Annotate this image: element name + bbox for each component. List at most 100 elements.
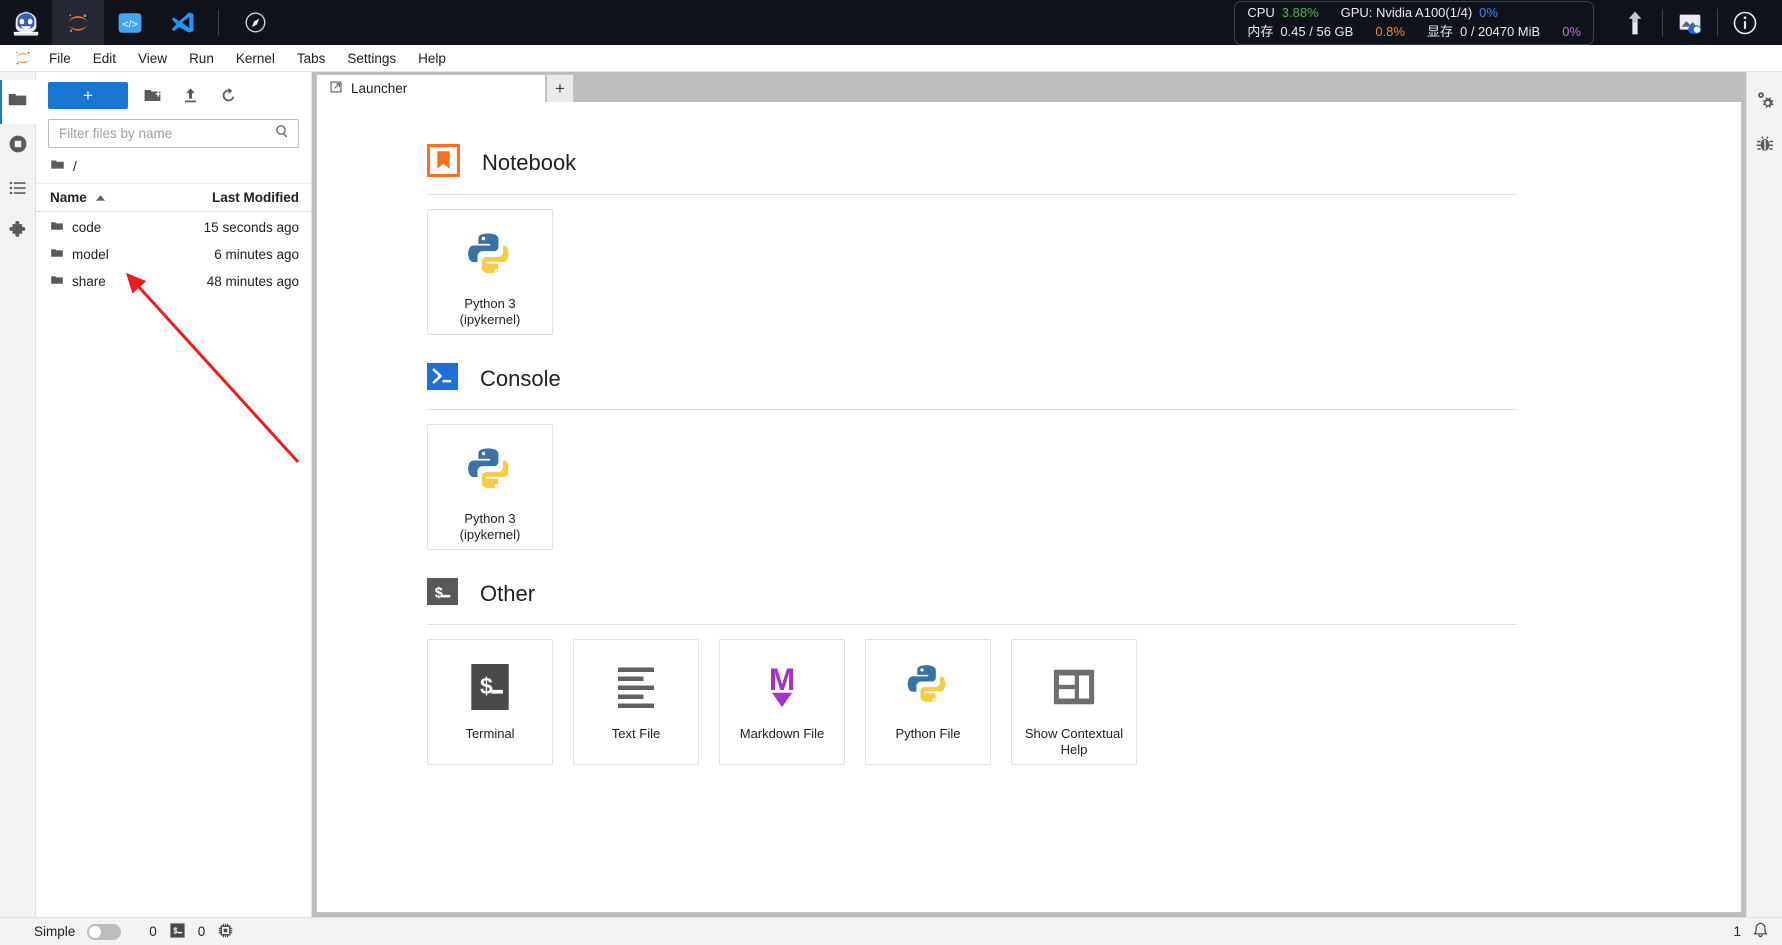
folder-icon [50,273,64,290]
simple-mode-label: Simple [34,924,76,939]
launcher-card-show-contextual-help[interactable]: Show Contextual Help [1011,639,1137,765]
vram-label: 显存 [1426,23,1453,39]
jupyter-icon[interactable] [52,0,104,45]
breadcrumb-root[interactable]: / [73,159,77,174]
chip-icon[interactable] [217,922,234,942]
new-tab-button[interactable]: + [546,74,574,102]
table-row[interactable]: model 6 minutes ago [36,241,311,268]
tab-launcher[interactable]: Launcher [316,74,546,102]
launcher-section-title: Other [480,581,536,606]
svg-text:M: M [769,662,795,697]
launcher-section-console-header: Console [427,361,1741,397]
menu-settings[interactable]: Settings [336,48,407,69]
menu-tabs[interactable]: Tabs [286,48,337,69]
python-icon [463,443,517,501]
file-browser-panel: + Filter files by name / Name Last Modif… [36,72,312,917]
terminal-icon[interactable]: $ [169,922,186,942]
memory-value: 0.45 / 56 GB [1280,23,1354,39]
folder-icon [50,246,64,263]
bell-icon[interactable] [1751,921,1770,943]
section-divider [427,624,1517,625]
table-row[interactable]: share 48 minutes ago [36,268,311,295]
vram-value: 0 / 20470 MiB [1459,23,1541,39]
cpu-value: 3.88% [1281,4,1319,20]
launcher-panel: Notebook Python 3 (ipykernel) Console Py… [316,102,1742,913]
sidebar-item-table-of-contents[interactable] [0,168,36,212]
kernel-count: 0 [149,924,157,939]
folder-icon [50,219,64,236]
bug-icon [1755,134,1775,159]
launcher-card-python3-console[interactable]: Python 3 (ipykernel) [427,424,553,550]
launcher-card-label: Text File [611,726,661,741]
launcher-card-text-file[interactable]: Text File [573,639,699,765]
upload-arrow-icon[interactable] [1608,0,1662,45]
textfile-icon [612,658,660,716]
puzzle-icon [7,220,28,247]
upload-icon[interactable] [176,82,204,109]
contextual-help-icon [1051,658,1097,716]
menu-file[interactable]: File [38,48,82,69]
notebook-icon [427,144,460,182]
sidebar-item-file-browser[interactable] [0,80,36,124]
section-divider [427,194,1517,195]
column-header-last-modified[interactable]: Last Modified [212,190,299,205]
launcher-card-markdown-file[interactable]: M Markdown File [719,639,845,765]
file-name: model [72,247,109,262]
sidebar-item-extension-manager[interactable] [0,212,36,256]
new-folder-icon[interactable] [138,82,166,109]
tab-launcher-label: Launcher [351,81,408,96]
search-input[interactable] [59,126,274,141]
file-modified: 48 minutes ago [206,274,299,289]
robot-mascot-icon[interactable] [0,0,52,45]
menu-view[interactable]: View [127,48,178,69]
search-icon[interactable] [274,123,290,144]
tab-bar: Launcher + [312,72,1746,102]
column-header-name[interactable]: Name [50,190,212,205]
launcher-card-terminal[interactable]: $ Terminal [427,639,553,765]
launcher-card-label: Python 3 (ipykernel) [459,296,521,328]
menu-edit[interactable]: Edit [82,48,127,69]
code-server-icon[interactable]: </> [104,0,156,45]
menu-bar: File Edit View Run Kernel Tabs Settings … [0,45,1782,72]
file-list: code 15 seconds ago model 6 minutes ago [36,212,311,917]
launcher-card-label: Python 3 (ipykernel) [459,511,521,543]
sidebar-item-property-inspector[interactable] [1747,80,1782,124]
launcher-card-label: Show Contextual Help [1024,726,1124,758]
breadcrumb[interactable]: / [36,148,311,184]
image-toggle-icon[interactable] [1663,0,1717,45]
info-icon[interactable] [1718,0,1772,45]
svg-text:$: $ [173,926,178,935]
status-bar: Simple 0 $ 0 1 [0,917,1782,945]
other-icon: $ [427,576,458,612]
jupyter-logo-icon[interactable] [8,48,38,68]
menu-kernel[interactable]: Kernel [225,48,286,69]
launcher-card-label: Markdown File [739,726,825,741]
launcher-card-python3-notebook[interactable]: Python 3 (ipykernel) [427,209,553,335]
menu-run[interactable]: Run [178,48,225,69]
column-header-name-label: Name [50,190,87,205]
main-area: + Filter files by name / Name Last Modif… [0,72,1782,917]
menu-help[interactable]: Help [407,48,457,69]
table-row[interactable]: code 15 seconds ago [36,214,311,241]
compass-icon[interactable] [229,0,281,45]
section-divider [427,409,1517,410]
file-browser-toolbar: + [36,72,311,115]
terminal-icon: $ [467,658,513,716]
file-filter-box[interactable] [48,119,299,148]
notification-count: 1 [1733,924,1741,939]
list-icon [8,178,28,203]
jupyterlab-window: </> CPU 3.88% GPU: Nvidia A100(1/4) 0% 内… [0,0,1782,945]
sidebar-item-running-terminals[interactable] [0,124,36,168]
refresh-icon[interactable] [214,82,242,109]
resource-row-top: CPU 3.88% GPU: Nvidia A100(1/4) 0% [1247,5,1581,20]
sidebar-item-debugger[interactable] [1747,124,1782,168]
new-launcher-button[interactable]: + [48,82,128,109]
launcher-card-python-file[interactable]: Python File [865,639,991,765]
console-icon [427,361,458,397]
right-sidebar-rail [1746,72,1782,917]
vscode-icon[interactable] [156,0,208,45]
top-app-bar: </> CPU 3.88% GPU: Nvidia A100(1/4) 0% 内… [0,0,1782,45]
vram-percent: 0% [1562,23,1581,39]
memory-percent: 0.8% [1375,23,1405,39]
simple-mode-toggle[interactable] [87,923,122,940]
